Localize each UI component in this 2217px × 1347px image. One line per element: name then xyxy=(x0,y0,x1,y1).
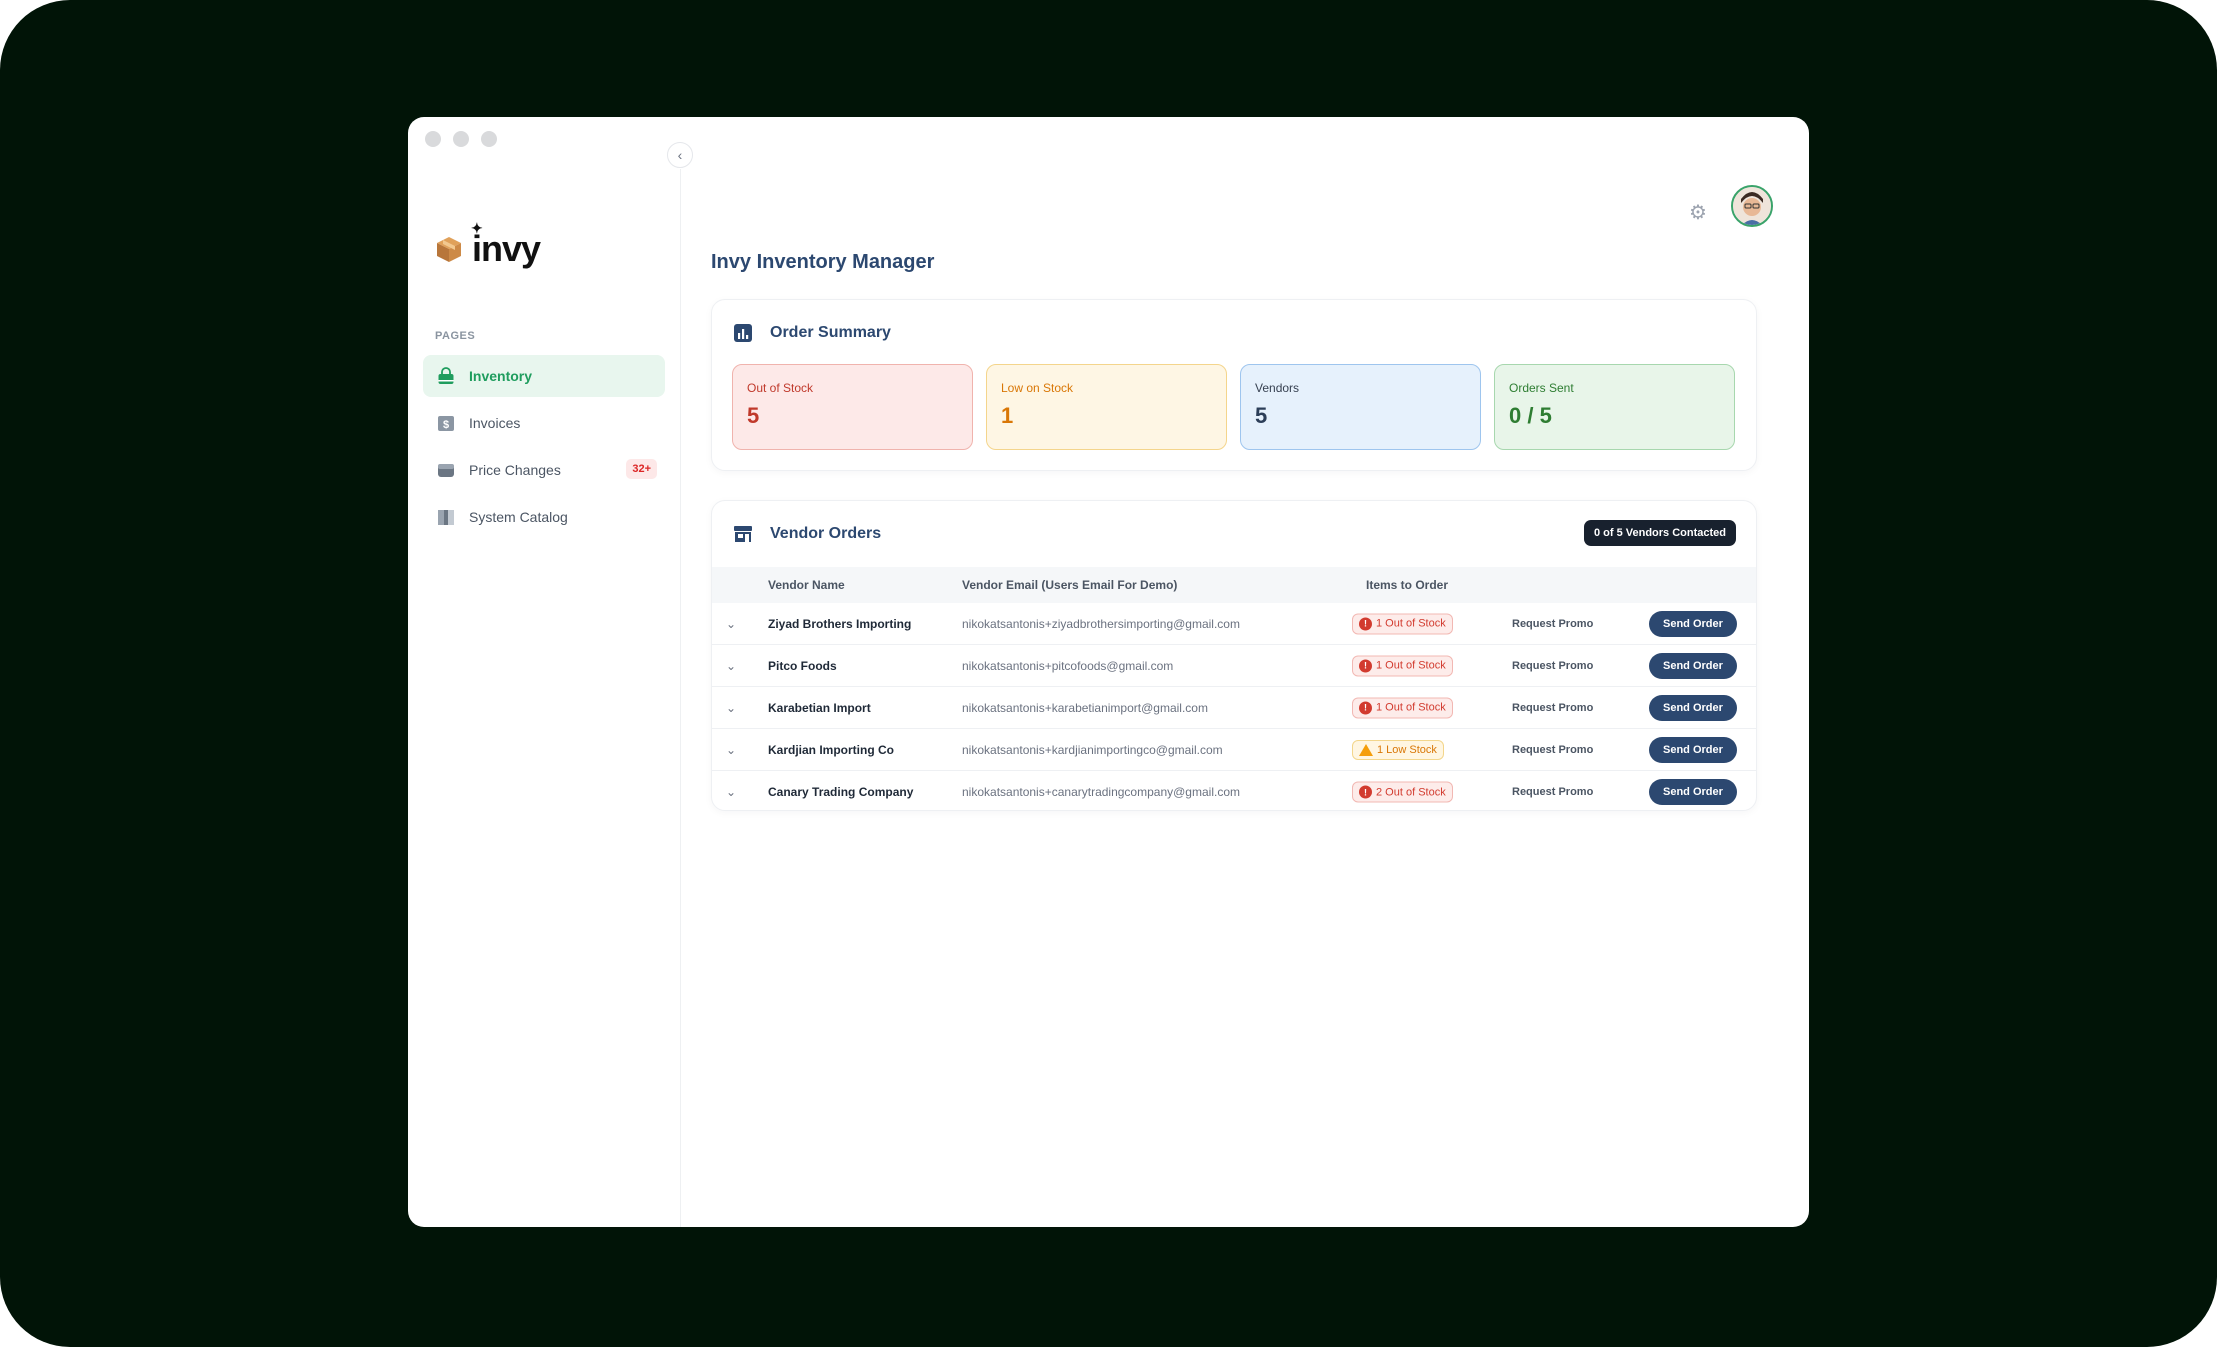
sidebar-item-label: Price Changes xyxy=(469,462,561,478)
vendor-name: Canary Trading Company xyxy=(768,785,914,799)
package-box-icon xyxy=(437,237,461,262)
sidebar-item-price-changes[interactable]: Price Changes 32+ xyxy=(423,449,665,491)
window-controls xyxy=(425,131,497,147)
stat-label: Orders Sent xyxy=(1509,381,1574,395)
close-window-dot[interactable] xyxy=(425,131,441,147)
order-summary-card: Order Summary Out of Stock 5 Low on Stoc… xyxy=(711,299,1757,471)
send-order-button[interactable]: Send Order xyxy=(1649,652,1737,679)
stock-status-pill: ! 2 Out of Stock xyxy=(1352,781,1453,803)
column-header-vendor-email: Vendor Email (Users Email For Demo) xyxy=(962,578,1178,592)
chevron-down-icon[interactable]: ⌄ xyxy=(726,659,736,673)
stat-label: Vendors xyxy=(1255,381,1300,395)
table-row[interactable]: ⌄ Kardjian Importing Co nikokatsantonis+… xyxy=(712,729,1756,771)
request-promo-link[interactable]: Request Promo xyxy=(1512,786,1593,798)
order-summary-title: Order Summary xyxy=(770,324,891,341)
chevron-down-icon[interactable]: ⌄ xyxy=(726,743,736,757)
column-header-items-to-order: Items to Order xyxy=(1366,578,1449,592)
sidebar-nav: Inventory $ Invoices Price Changes 32+ S… xyxy=(423,355,665,543)
send-order-button[interactable]: Send Order xyxy=(1649,736,1737,763)
warning-triangle-icon xyxy=(1359,743,1373,756)
table-row[interactable]: ⌄ Canary Trading Company nikokatsantonis… xyxy=(712,771,1756,810)
catalog-book-icon xyxy=(435,506,457,528)
vendor-email: nikokatsantonis+ziyadbrothersimporting@g… xyxy=(962,616,1240,631)
table-header: Vendor Name Vendor Email (Users Email Fo… xyxy=(712,567,1756,603)
vendor-email: nikokatsantonis+karabetianimport@gmail.c… xyxy=(962,700,1208,715)
settings-gear-icon[interactable]: ⚙ xyxy=(1687,202,1709,224)
page-title: Invy Inventory Manager xyxy=(711,251,935,273)
sparkle-icon: ✦ xyxy=(471,220,483,236)
minimize-window-dot[interactable] xyxy=(453,131,469,147)
user-avatar[interactable] xyxy=(1731,185,1773,227)
table-row[interactable]: ⌄ Ziyad Brothers Importing nikokatsanton… xyxy=(712,603,1756,645)
stat-low-on-stock: Low on Stock 1 xyxy=(986,364,1227,450)
avatar-face-icon xyxy=(1733,187,1771,225)
request-promo-link[interactable]: Request Promo xyxy=(1512,618,1593,630)
vendor-name: Karabetian Import xyxy=(768,700,871,715)
stock-status-pill: ! 1 Out of Stock xyxy=(1352,613,1453,634)
pages-section-label: PAGES xyxy=(435,330,476,342)
column-header-vendor-name: Vendor Name xyxy=(768,578,845,592)
sidebar-item-inventory[interactable]: Inventory xyxy=(423,355,665,397)
stat-value: 0 / 5 xyxy=(1509,403,1552,428)
price-box-icon xyxy=(435,459,457,481)
table-row[interactable]: ⌄ Pitco Foods nikokatsantonis+pitcofoods… xyxy=(712,645,1756,687)
maximize-window-dot[interactable] xyxy=(481,131,497,147)
vendor-orders-title: Vendor Orders xyxy=(770,525,882,542)
request-promo-link[interactable]: Request Promo xyxy=(1512,660,1593,672)
storefront-icon xyxy=(734,526,752,542)
vendor-orders-card: Vendor Orders 0 of 5 Vendors Contacted V… xyxy=(711,500,1757,811)
table-row[interactable]: ⌄ Karabetian Import nikokatsantonis+kara… xyxy=(712,687,1756,729)
chevron-down-icon[interactable]: ⌄ xyxy=(726,785,736,799)
sidebar-item-label: Invoices xyxy=(469,415,521,431)
send-order-button[interactable]: Send Order xyxy=(1649,779,1737,805)
summary-stats: Out of Stock 5 Low on Stock 1 Vendors 5 … xyxy=(732,364,1735,450)
app-window: ✦ invy PAGES Inventory $ Invoices Price … xyxy=(408,117,1809,1227)
stock-status-pill: ! 1 Out of Stock xyxy=(1352,697,1453,718)
alert-circle-icon: ! xyxy=(1359,701,1372,714)
vendor-email: nikokatsantonis+canarytradingcompany@gma… xyxy=(962,785,1240,799)
request-promo-link[interactable]: Request Promo xyxy=(1512,744,1593,756)
alert-circle-icon: ! xyxy=(1359,617,1372,630)
sidebar: ✦ invy PAGES Inventory $ Invoices Price … xyxy=(408,169,681,1227)
stock-status-pill: ! 1 Out of Stock xyxy=(1352,655,1453,676)
chevron-down-icon[interactable]: ⌄ xyxy=(726,701,736,715)
stat-value: 5 xyxy=(1255,403,1268,428)
collapse-sidebar-button[interactable]: ‹ xyxy=(667,142,693,168)
vendor-name: Pitco Foods xyxy=(768,658,837,673)
stock-status-pill: 1 Low Stock xyxy=(1352,739,1444,760)
alert-circle-icon: ! xyxy=(1359,659,1372,672)
brand-name: invy xyxy=(472,228,541,269)
vendors-contacted-badge: 0 of 5 Vendors Contacted xyxy=(1583,520,1736,546)
stat-value: 5 xyxy=(747,403,760,428)
main-content: ⚙ Invy Inventory Manager Order Summary O… xyxy=(681,169,1809,1227)
sidebar-item-system-catalog[interactable]: System Catalog xyxy=(423,496,665,538)
stat-label: Low on Stock xyxy=(1001,381,1074,395)
chevron-left-icon: ‹ xyxy=(677,147,683,163)
send-order-button[interactable]: Send Order xyxy=(1649,694,1737,721)
stat-vendors: Vendors 5 xyxy=(1240,364,1481,450)
bar-chart-icon xyxy=(734,324,752,342)
chevron-down-icon[interactable]: ⌄ xyxy=(726,617,736,631)
backdrop: ✦ invy PAGES Inventory $ Invoices Price … xyxy=(0,0,2217,1347)
inventory-bag-icon xyxy=(435,365,457,387)
sidebar-item-label: Inventory xyxy=(469,368,533,384)
vendor-email: nikokatsantonis+kardjianimportingco@gmai… xyxy=(962,742,1223,757)
alert-circle-icon: ! xyxy=(1359,785,1372,799)
vendor-email: nikokatsantonis+pitcofoods@gmail.com xyxy=(962,658,1174,673)
vendor-name: Kardjian Importing Co xyxy=(768,742,894,757)
stat-orders-sent: Orders Sent 0 / 5 xyxy=(1494,364,1735,450)
request-promo-link[interactable]: Request Promo xyxy=(1512,702,1593,714)
sidebar-item-invoices[interactable]: $ Invoices xyxy=(423,402,665,444)
send-order-button[interactable]: Send Order xyxy=(1649,610,1737,637)
vendor-name: Ziyad Brothers Importing xyxy=(768,616,912,631)
price-changes-count-badge: 32+ xyxy=(626,459,657,479)
stat-label: Out of Stock xyxy=(747,381,814,395)
stat-out-of-stock: Out of Stock 5 xyxy=(732,364,973,450)
brand-logo[interactable]: ✦ invy xyxy=(434,221,541,269)
invoice-dollar-icon: $ xyxy=(435,412,457,434)
sidebar-item-label: System Catalog xyxy=(469,509,568,525)
svg-text:$: $ xyxy=(443,419,449,431)
stat-value: 1 xyxy=(1001,403,1014,428)
